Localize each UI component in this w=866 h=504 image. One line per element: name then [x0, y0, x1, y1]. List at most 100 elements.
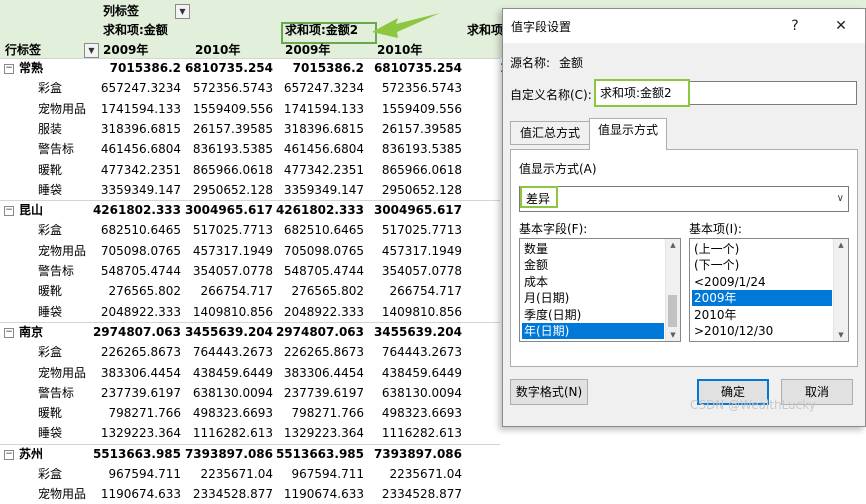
value-cell[interactable]: 1116282.613 [183, 423, 273, 443]
value-cell[interactable]: 764443.2673 [372, 342, 462, 362]
show-values-as-select[interactable]: 差异 ∨ [519, 186, 849, 212]
group-total-cell[interactable]: 2974807.063 [91, 322, 181, 342]
row-label[interactable]: 宠物用品 [38, 241, 86, 261]
value-cell[interactable]: 517025.7713 [183, 220, 273, 240]
base-field-option[interactable]: 成本 [522, 274, 664, 290]
base-item-scrollbar[interactable]: ▲ ▼ [833, 239, 848, 341]
column-labels-header[interactable]: 列标签 [103, 1, 139, 21]
row-label[interactable]: 警告标 [38, 383, 74, 403]
value-cell[interactable]: 1559409.556 [372, 99, 462, 119]
row-label[interactable]: 彩盒 [38, 78, 62, 98]
group-label[interactable]: 昆山 [19, 200, 43, 220]
help-icon[interactable]: ? [781, 15, 809, 37]
value-cell[interactable]: 798271.766 [274, 403, 364, 423]
value-cell[interactable]: 682510.6465 [274, 220, 364, 240]
row-label[interactable]: 睡袋 [38, 423, 62, 443]
number-format-button[interactable]: 数字格式(N) [510, 379, 588, 405]
scroll-down-icon[interactable]: ▼ [834, 329, 848, 341]
value-cell[interactable]: 967594.711 [274, 464, 364, 484]
row-label[interactable]: 暖靴 [38, 403, 62, 423]
value-cell[interactable]: 2048922.333 [91, 302, 181, 322]
measure-1-header[interactable]: 求和项:金额 [103, 20, 168, 40]
base-field-option[interactable]: 金额 [522, 257, 664, 273]
value-cell[interactable]: 354057.0778 [372, 261, 462, 281]
value-cell[interactable]: 226265.8673 [91, 342, 181, 362]
value-cell[interactable]: 318396.6815 [274, 119, 364, 139]
group-label[interactable]: 苏州 [19, 444, 43, 464]
value-cell[interactable]: 438459.6449 [183, 363, 273, 383]
value-cell[interactable]: 1409810.856 [372, 302, 462, 322]
tab-summarize-values-by[interactable]: 值汇总方式 [510, 121, 590, 145]
group-total-cell[interactable]: 3455639.204 [183, 322, 273, 342]
group-total-cell[interactable]: 7015386.2 [274, 58, 364, 78]
row-label[interactable]: 彩盒 [38, 464, 62, 484]
collapse-group-icon[interactable]: − [4, 64, 14, 74]
value-cell[interactable]: 477342.2351 [274, 160, 364, 180]
base-item-option[interactable]: 2009年 [692, 290, 832, 307]
value-cell[interactable]: 237739.6197 [91, 383, 181, 403]
value-cell[interactable]: 967594.711 [91, 464, 181, 484]
row-filter-dropdown-icon[interactable]: ▼ [84, 43, 99, 58]
value-cell[interactable]: 26157.39585 [183, 119, 273, 139]
base-item-option[interactable]: (上一个) [692, 241, 832, 257]
value-cell[interactable]: 2334528.877 [183, 484, 273, 504]
group-total-cell[interactable]: 4261802.333 [274, 200, 364, 220]
group-total-cell[interactable]: 6810735.254 [372, 58, 462, 78]
value-cell[interactable]: 3359349.147 [274, 180, 364, 200]
value-cell[interactable]: 548705.4744 [274, 261, 364, 281]
value-cell[interactable]: 705098.0765 [274, 241, 364, 261]
scroll-up-icon[interactable]: ▲ [834, 239, 848, 251]
group-total-cell[interactable]: 5513663.985 [274, 444, 364, 464]
base-item-option[interactable]: 2010年 [692, 307, 832, 323]
row-label[interactable]: 警告标 [38, 261, 74, 281]
base-item-option[interactable]: <2009/1/24 [692, 274, 832, 290]
value-cell[interactable]: 2235671.04 [372, 464, 462, 484]
collapse-group-icon[interactable]: − [4, 450, 14, 460]
value-cell[interactable]: 457317.1949 [183, 241, 273, 261]
value-cell[interactable]: 705098.0765 [91, 241, 181, 261]
row-label[interactable]: 暖靴 [38, 281, 62, 301]
row-label[interactable]: 警告标 [38, 139, 74, 159]
scroll-down-icon[interactable]: ▼ [666, 329, 680, 341]
value-cell[interactable]: 498323.6693 [183, 403, 273, 423]
value-cell[interactable]: 477342.2351 [91, 160, 181, 180]
value-cell[interactable]: 1329223.364 [91, 423, 181, 443]
value-cell[interactable]: 1116282.613 [372, 423, 462, 443]
value-cell[interactable]: 572356.5743 [183, 78, 273, 98]
row-label[interactable]: 暖靴 [38, 160, 62, 180]
group-label[interactable]: 南京 [19, 322, 43, 342]
value-cell[interactable]: 2048922.333 [274, 302, 364, 322]
value-cell[interactable]: 836193.5385 [372, 139, 462, 159]
group-total-cell[interactable]: 4261802.333 [91, 200, 181, 220]
value-cell[interactable]: 461456.6804 [274, 139, 364, 159]
row-label[interactable]: 宠物用品 [38, 99, 86, 119]
collapse-group-icon[interactable]: − [4, 206, 14, 216]
close-icon[interactable]: ✕ [827, 15, 855, 37]
value-cell[interactable]: 383306.4454 [274, 363, 364, 383]
value-cell[interactable]: 548705.4744 [91, 261, 181, 281]
base-item-listbox[interactable]: (上一个) (下一个) <2009/1/24 2009年 2010年 >2010/12/3… [689, 238, 849, 342]
group-total-cell[interactable]: 7393897.086 [183, 444, 273, 464]
row-label[interactable]: 服装 [38, 119, 62, 139]
group-total-cell[interactable]: 6810735.254 [183, 58, 273, 78]
base-field-option[interactable]: 年(日期) [522, 323, 664, 339]
value-cell[interactable]: 266754.717 [372, 281, 462, 301]
base-field-scrollbar[interactable]: ▲ ▼ [665, 239, 680, 341]
value-cell[interactable]: 226265.8673 [274, 342, 364, 362]
value-cell[interactable]: 276565.802 [91, 281, 181, 301]
value-cell[interactable]: 1409810.856 [183, 302, 273, 322]
row-label[interactable]: 宠物用品 [38, 363, 86, 383]
value-cell[interactable]: 836193.5385 [183, 139, 273, 159]
custom-name-field[interactable]: 求和项:金额2 [594, 79, 690, 107]
value-cell[interactable]: 1329223.364 [274, 423, 364, 443]
row-label[interactable]: 彩盒 [38, 220, 62, 240]
group-total-cell[interactable]: 2974807.063 [274, 322, 364, 342]
value-cell[interactable]: 657247.3234 [274, 78, 364, 98]
value-cell[interactable]: 1741594.133 [91, 99, 181, 119]
value-cell[interactable]: 354057.0778 [183, 261, 273, 281]
value-cell[interactable]: 1190674.633 [274, 484, 364, 504]
value-cell[interactable]: 682510.6465 [91, 220, 181, 240]
group-total-cell[interactable]: 3004965.617 [183, 200, 273, 220]
value-cell[interactable]: 498323.6693 [372, 403, 462, 423]
scroll-thumb[interactable] [668, 295, 677, 327]
